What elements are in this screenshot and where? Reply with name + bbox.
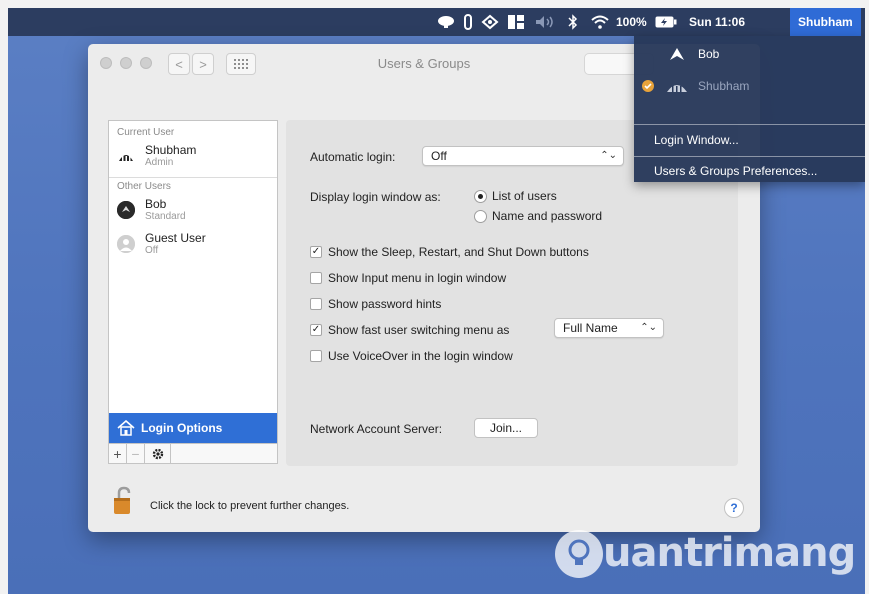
add-user-button[interactable]: +: [109, 444, 127, 464]
user-name: Shubham: [145, 143, 197, 157]
guest-avatar-icon: [117, 235, 135, 253]
checkbox-voiceover[interactable]: [310, 350, 322, 362]
checkbox-label: Show Input menu in login window: [328, 271, 507, 285]
user-list-toolbar: + −: [109, 443, 277, 464]
lightbulb-logo-icon: [553, 528, 605, 583]
checkbox-input-menu[interactable]: [310, 272, 322, 284]
checkbox-sleep-restart-shutdown[interactable]: ✓: [310, 246, 322, 258]
user-name: Guest User: [145, 231, 206, 245]
volume-icon[interactable]: [534, 14, 556, 30]
automatic-login-value: Off: [431, 149, 447, 163]
menu-user-name: Shubham: [698, 79, 750, 93]
checkmark-icon: [642, 80, 654, 92]
menu-separator: [634, 156, 865, 157]
user-role: Off: [145, 245, 159, 256]
checkbox-password-hints[interactable]: [310, 298, 322, 310]
join-button[interactable]: Join...: [474, 418, 538, 438]
watermark-text: uantrimang: [603, 530, 856, 576]
checkbox-label: Show password hints: [328, 297, 442, 311]
list-divider: [109, 177, 277, 178]
network-server-label: Network Account Server:: [310, 422, 443, 436]
menu-item-shubham[interactable]: Shubham: [634, 72, 865, 100]
updown-arrows-icon: ⌃⌄: [640, 322, 657, 333]
menu-user-name: Bob: [698, 47, 720, 61]
user-row-shubham[interactable]: Shubham Admin: [117, 143, 277, 173]
login-options-label: Login Options: [141, 421, 223, 435]
menu-item-login-window[interactable]: Login Window...: [634, 128, 865, 152]
piano-avatar-icon: [117, 147, 135, 165]
menubar-clock[interactable]: Sun 11:06: [689, 8, 745, 36]
menu-item-bob[interactable]: Bob: [634, 40, 865, 68]
checkbox-label: Use VoiceOver in the login window: [328, 349, 513, 363]
user-name: Bob: [145, 197, 167, 211]
battery-icon[interactable]: [654, 14, 678, 30]
user-row-guest[interactable]: Guest User Off: [117, 231, 277, 261]
radio-name-and-password-label: Name and password: [492, 209, 603, 223]
desktop: 100% Sun 11:06 Shubham < > Users & Group…: [8, 8, 865, 594]
current-user-heading: Current User: [117, 127, 175, 138]
info-icon[interactable]: [461, 14, 475, 30]
display-icon[interactable]: [436, 14, 456, 30]
fast-switch-value: Full Name: [563, 321, 618, 335]
battery-percentage: 100%: [616, 15, 647, 29]
menu-separator: [634, 124, 865, 125]
fast-user-switch-dropdown: Bob Shubham Login Window... Users & Grou…: [634, 36, 865, 182]
eagle-avatar-icon: [668, 46, 686, 62]
remove-user-button[interactable]: −: [127, 444, 145, 464]
checkbox-fast-user-switching[interactable]: ✓: [310, 324, 322, 336]
user-row-bob[interactable]: Bob Standard: [117, 197, 277, 227]
sync-icon[interactable]: [480, 14, 500, 30]
login-options-item[interactable]: Login Options: [109, 413, 277, 443]
menu-item-users-groups-prefs[interactable]: Users & Groups Preferences...: [634, 160, 865, 182]
house-icon: [117, 420, 135, 436]
radio-list-of-users[interactable]: [474, 190, 487, 203]
wifi-icon[interactable]: [590, 14, 610, 30]
user-role: Standard: [145, 211, 186, 222]
gear-icon[interactable]: [145, 444, 171, 464]
lock-message: Click the lock to prevent further change…: [150, 500, 350, 512]
checkbox-label: Show fast user switching menu as: [328, 323, 510, 337]
radio-name-and-password[interactable]: [474, 210, 487, 223]
help-button[interactable]: ?: [724, 498, 744, 518]
lock-icon[interactable]: [112, 486, 136, 516]
automatic-login-label: Automatic login:: [310, 150, 396, 164]
fast-user-switch-menu[interactable]: Shubham: [790, 8, 861, 36]
watermark: uantrimang: [553, 520, 856, 590]
menu-bar: 100% Sun 11:06 Shubham: [8, 8, 865, 36]
grid-icon[interactable]: [507, 14, 525, 30]
user-role: Admin: [145, 157, 174, 168]
bluetooth-icon[interactable]: [566, 14, 580, 30]
automatic-login-popup[interactable]: Off ⌃⌄: [422, 146, 624, 166]
other-users-heading: Other Users: [117, 181, 171, 192]
display-login-label: Display login window as:: [310, 190, 441, 204]
checkbox-label: Show the Sleep, Restart, and Shut Down b…: [328, 245, 589, 259]
updown-arrows-icon: ⌃⌄: [600, 150, 617, 161]
eagle-avatar-icon: [117, 201, 135, 219]
radio-list-of-users-label: List of users: [492, 189, 557, 203]
piano-avatar-icon: [666, 78, 688, 94]
user-list: Current User Shubham Admin Other Users B…: [108, 120, 278, 464]
fast-switch-popup[interactable]: Full Name ⌃⌄: [554, 318, 664, 338]
